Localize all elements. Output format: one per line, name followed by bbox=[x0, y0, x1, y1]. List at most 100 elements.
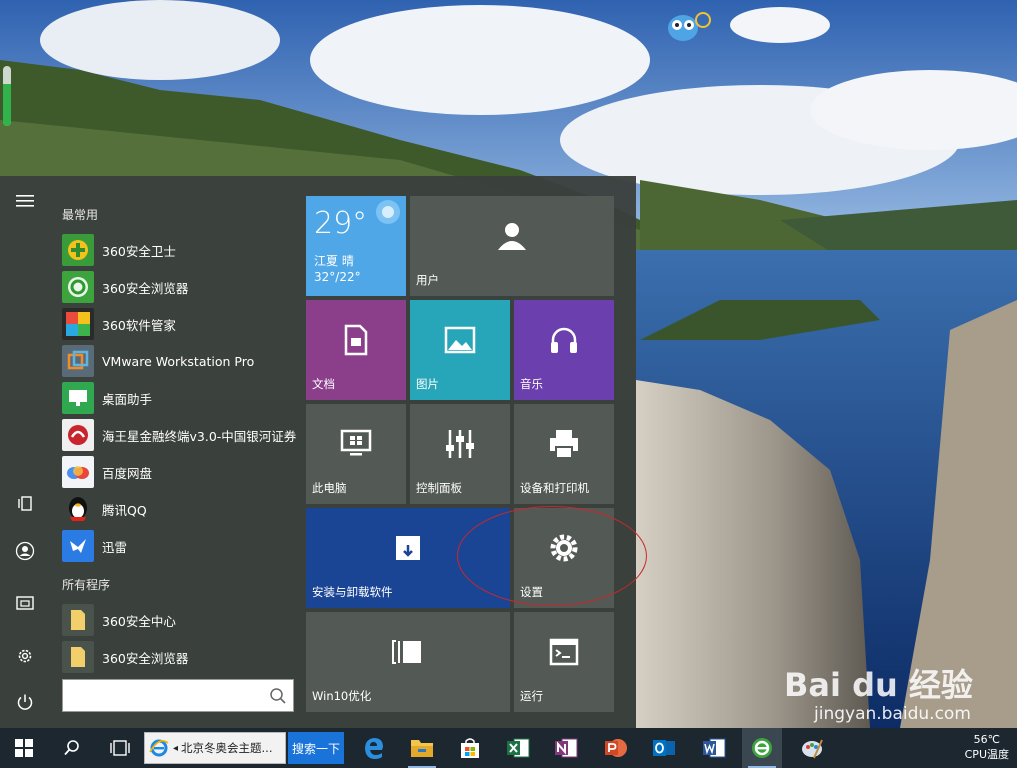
edge-icon bbox=[365, 738, 383, 759]
gear-icon bbox=[18, 649, 32, 663]
app-label: 360安全中心 bbox=[102, 613, 176, 629]
tile-label: 用户 bbox=[416, 273, 439, 287]
run-command-icon bbox=[549, 638, 579, 670]
app-item-desktop-assistant[interactable]: 桌面助手 bbox=[62, 380, 298, 416]
app-item-neptune-finance[interactable]: 海王星金融终端v3.0-中国银河证券 bbox=[62, 417, 298, 453]
app-label: 腾讯QQ bbox=[102, 502, 147, 518]
outlook-icon bbox=[653, 740, 675, 756]
file-explorer-button[interactable] bbox=[402, 728, 442, 768]
start-rail bbox=[0, 176, 50, 728]
tile-label: 图片 bbox=[416, 377, 439, 391]
temperature-label: CPU温度 bbox=[964, 748, 1009, 761]
run-tile[interactable]: 运行 bbox=[514, 612, 614, 712]
folder-icon bbox=[62, 641, 94, 673]
documents-tile[interactable]: 文档 bbox=[306, 300, 406, 400]
temperature-value: 56℃ bbox=[973, 733, 1000, 746]
start-search-box[interactable] bbox=[62, 679, 294, 712]
start-button[interactable] bbox=[4, 728, 44, 768]
tile-label: 运行 bbox=[520, 689, 543, 703]
tile-label: Win10优化 bbox=[312, 689, 372, 703]
app-item-360-security-center-folder[interactable]: 360安全中心 bbox=[62, 602, 298, 638]
task-view-button[interactable] bbox=[100, 728, 140, 768]
tile-label: 安装与卸载软件 bbox=[312, 585, 393, 599]
360-safeguard-icon bbox=[62, 234, 94, 266]
file-cabinet-icon bbox=[16, 596, 34, 610]
printer-icon bbox=[548, 428, 580, 464]
pictures-tile[interactable]: 图片 bbox=[410, 300, 510, 400]
ie-search-button[interactable]: 搜索一下 bbox=[288, 732, 344, 764]
watermark-brand: Bai du 经验 bbox=[784, 666, 973, 704]
360-browser-icon bbox=[752, 738, 772, 758]
store-button[interactable] bbox=[450, 728, 490, 768]
onenote-button[interactable] bbox=[546, 728, 586, 768]
settings-rail-button[interactable] bbox=[10, 641, 40, 671]
hamburger-icon bbox=[16, 195, 34, 207]
app-item-xunlei[interactable]: 迅雷 bbox=[62, 528, 298, 564]
360-software-manager-icon bbox=[62, 308, 94, 340]
control-panel-tile[interactable]: 控制面板 bbox=[410, 404, 510, 504]
hamburger-menu-button[interactable] bbox=[10, 186, 40, 216]
this-pc-tile[interactable]: 此电脑 bbox=[306, 404, 406, 504]
account-button[interactable] bbox=[10, 536, 40, 566]
app-item-360-browser-folder[interactable]: 360安全浏览器 bbox=[62, 639, 298, 675]
cpu-temperature[interactable]: 56℃ CPU温度 bbox=[965, 732, 1009, 762]
edge-button[interactable] bbox=[354, 728, 394, 768]
optimize-icon bbox=[392, 638, 424, 670]
task-view-icon bbox=[18, 496, 32, 511]
power-icon bbox=[17, 694, 33, 710]
task-view-icon bbox=[110, 740, 130, 756]
start-search-input[interactable] bbox=[63, 680, 263, 711]
ie-icon bbox=[149, 738, 169, 758]
taskbar: ◂ 北京冬奥会主题... 搜索一下 56℃ CPU温度 bbox=[0, 728, 1017, 768]
app-item-360-safeguard[interactable]: 360安全卫士 bbox=[62, 232, 298, 268]
devices-printers-tile[interactable]: 设备和打印机 bbox=[514, 404, 614, 504]
watermark-url: jingyan.baidu.com bbox=[814, 704, 971, 724]
headphones-icon bbox=[548, 324, 580, 360]
tile-label: 设备和打印机 bbox=[520, 481, 589, 495]
app-item-qq[interactable]: 腾讯QQ bbox=[62, 491, 298, 527]
word-icon bbox=[703, 738, 726, 758]
app-item-360-software-manager[interactable]: 360软件管家 bbox=[62, 306, 298, 342]
music-tile[interactable]: 音乐 bbox=[514, 300, 614, 400]
picture-icon bbox=[444, 326, 476, 358]
excel-button[interactable] bbox=[498, 728, 538, 768]
excel-icon bbox=[507, 738, 530, 758]
search-icon[interactable] bbox=[269, 687, 287, 709]
app-label: 海王星金融终端v3.0-中国银河证券 bbox=[102, 428, 297, 444]
win10-optimize-tile[interactable]: Win10优化 bbox=[306, 612, 510, 712]
app-label: 360安全卫士 bbox=[102, 243, 176, 259]
app-label: 百度网盘 bbox=[102, 465, 153, 481]
file-explorer-icon bbox=[411, 740, 433, 757]
download-box-icon bbox=[393, 534, 423, 566]
ie-back-arrow-icon: ◂ bbox=[173, 742, 179, 754]
360-browser-button[interactable] bbox=[742, 728, 782, 768]
app-label: 360软件管家 bbox=[102, 317, 176, 333]
app-item-baidu-netdisk[interactable]: 百度网盘 bbox=[62, 454, 298, 490]
word-button[interactable] bbox=[694, 728, 734, 768]
folder-icon bbox=[62, 604, 94, 636]
app-list: 最常用 360安全卫士 360安全浏览器 360软件管家 VMware Work… bbox=[56, 176, 300, 728]
tile-label: 此电脑 bbox=[312, 481, 347, 495]
weather-location: 江夏 晴 bbox=[314, 254, 354, 268]
app-item-360-browser[interactable]: 360安全浏览器 bbox=[62, 269, 298, 305]
search-button[interactable] bbox=[52, 728, 92, 768]
task-view-rail-button[interactable] bbox=[10, 489, 40, 519]
document-icon bbox=[342, 324, 370, 360]
paint-button[interactable] bbox=[792, 728, 832, 768]
weather-tile[interactable]: 29° 江夏 晴 32°/22° bbox=[306, 196, 406, 296]
ie-tab-title: 北京冬奥会主题... bbox=[181, 741, 273, 755]
ie-taskbar-tab[interactable]: ◂ 北京冬奥会主题... bbox=[144, 732, 286, 764]
baidu-watermark: Bai du 经验 jingyan.baidu.com bbox=[784, 660, 1010, 728]
powerpoint-button[interactable] bbox=[596, 728, 636, 768]
desktop-assistant-icon bbox=[62, 382, 94, 414]
paint-icon bbox=[802, 739, 823, 759]
neptune-finance-icon bbox=[62, 419, 94, 451]
outlook-button[interactable] bbox=[644, 728, 684, 768]
app-label: VMware Workstation Pro bbox=[102, 353, 255, 369]
powerpoint-icon bbox=[605, 739, 627, 757]
monitor-icon bbox=[340, 429, 372, 463]
documents-rail-button[interactable] bbox=[10, 588, 40, 618]
power-button[interactable] bbox=[10, 687, 40, 717]
user-tile[interactable]: 用户 bbox=[410, 196, 614, 296]
app-item-vmware[interactable]: VMware Workstation Pro bbox=[62, 343, 298, 379]
